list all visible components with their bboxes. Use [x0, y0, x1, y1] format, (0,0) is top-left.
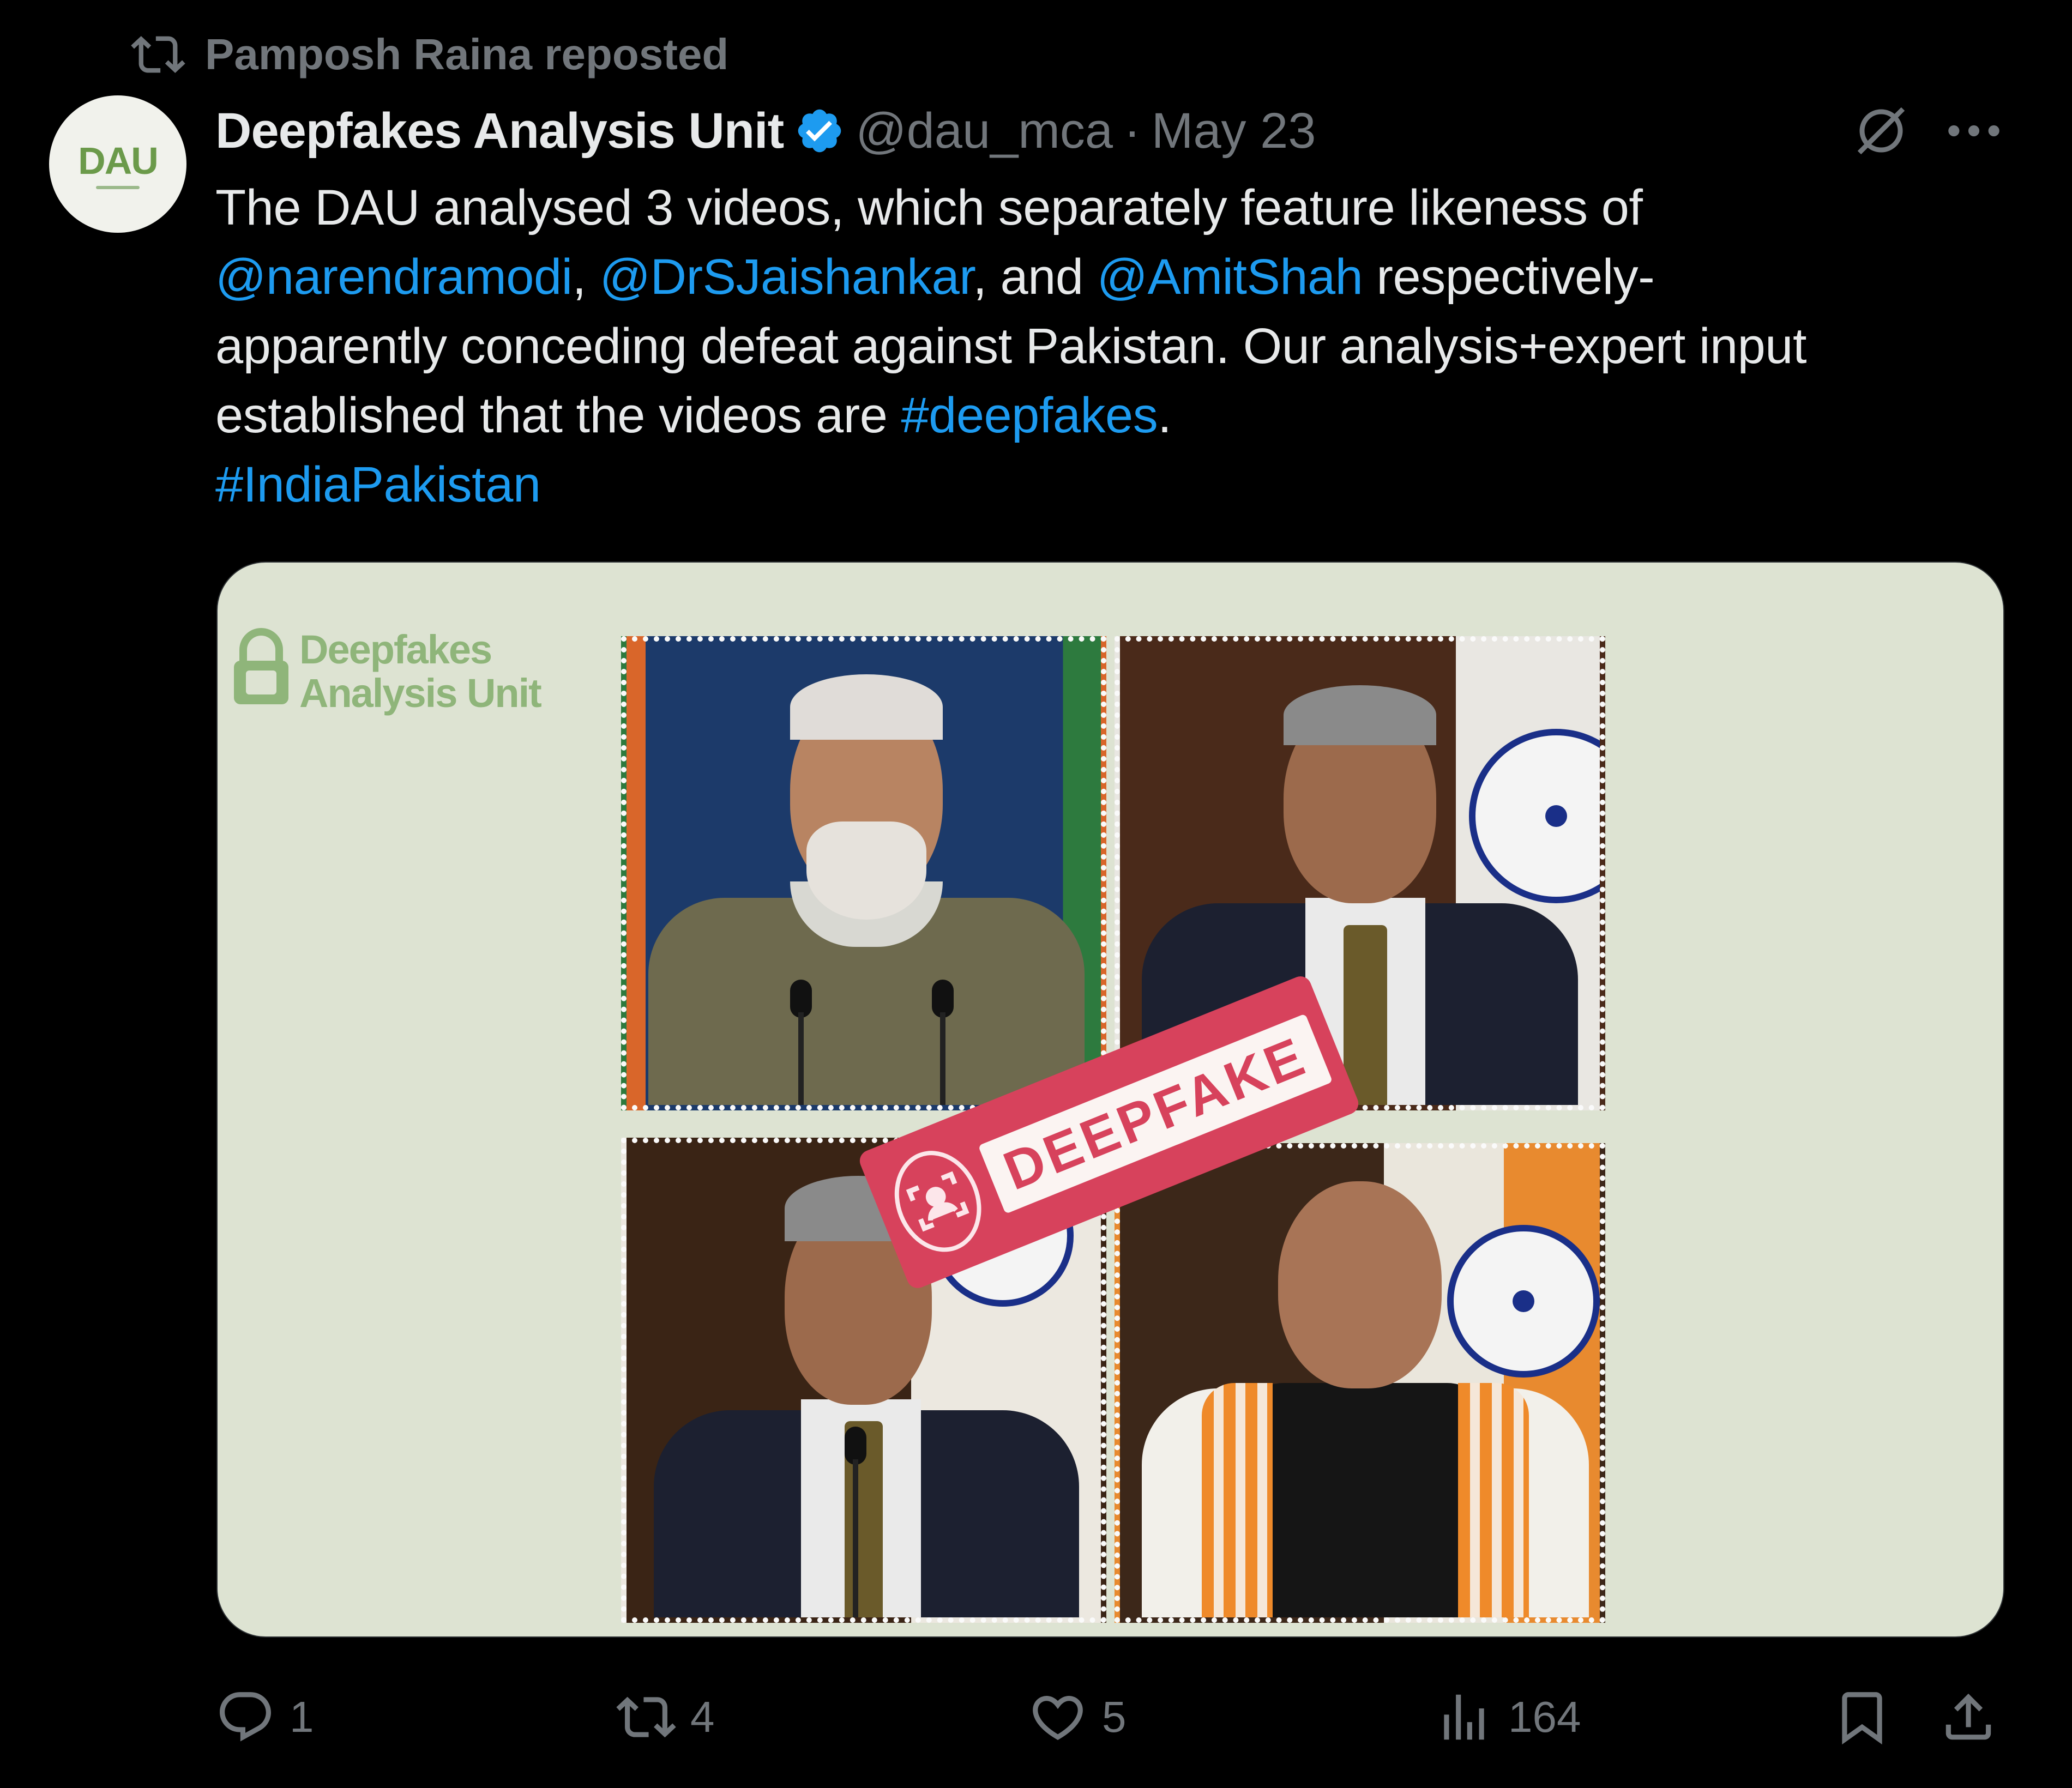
share-button[interactable] [1938, 1679, 1998, 1755]
mention-link[interactable]: @DrSJaishankar [600, 249, 973, 305]
bookmark-button[interactable] [1832, 1679, 1892, 1755]
tweet-text: The DAU analysed 3 videos, which separat… [215, 173, 1987, 520]
action-bar: 1 4 5 164 [215, 1679, 2004, 1755]
reply-count: 1 [290, 1693, 314, 1741]
tweet-text-line: apparently conceding defeat against Paki… [215, 312, 1987, 381]
face-scan-icon [880, 1138, 996, 1265]
photo-top-left [621, 636, 1106, 1110]
hashtag-link[interactable]: #deepfakes [901, 388, 1158, 443]
tweet-text-line: The DAU analysed 3 videos, which separat… [215, 173, 1987, 243]
more-options-icon[interactable] [1944, 109, 2004, 153]
mention-link[interactable]: @narendramodi [215, 249, 573, 305]
views-chart-icon [1444, 1694, 1484, 1740]
grok-icon[interactable] [1848, 98, 1914, 164]
repost-text: Pamposh Raina reposted [205, 30, 729, 78]
repost-count: 4 [690, 1693, 715, 1741]
like-count: 5 [1102, 1693, 1127, 1741]
share-icon [1945, 1693, 1991, 1740]
bookmark-icon [1842, 1692, 1882, 1745]
tweet-text-line: @narendramodi, @DrSJaishankar, and @Amit… [215, 243, 1987, 312]
avatar[interactable]: DAU [49, 95, 186, 233]
tweet-text-segment: The DAU analysed 3 videos, which separat… [215, 180, 1643, 235]
tweet-text-segment: apparently conceding defeat against Paki… [215, 318, 1807, 374]
logo-line-2: Analysis Unit [299, 670, 542, 716]
tweet-header: Deepfakes Analysis Unit @dau_mca · May 2… [215, 98, 1316, 164]
media-image[interactable]: Deepfakes Analysis Unit DEEPFAKE [216, 561, 2004, 1638]
tweet-text-segment: respectively- [1363, 249, 1655, 305]
tweet-text-segment: . [1158, 388, 1172, 443]
hashtag-link[interactable]: #IndiaPakistan [215, 457, 541, 512]
author-handle[interactable]: @dau_mca [856, 102, 1113, 160]
lock-icon [234, 628, 288, 704]
verified-badge-icon[interactable] [794, 106, 845, 156]
dau-logo: Deepfakes Analysis Unit [234, 627, 542, 716]
repost-button[interactable]: 4 [616, 1679, 715, 1755]
tweet-text-segment: established that the videos are [215, 388, 901, 443]
tweet-text-line: established that the videos are #deepfak… [215, 381, 1987, 450]
tweet-text-line: #IndiaPakistan [215, 450, 1987, 520]
photo-bottom-right [1115, 1143, 1605, 1623]
reply-button[interactable]: 1 [215, 1679, 314, 1755]
logo-line-1: Deepfakes [299, 627, 492, 672]
author-display-name[interactable]: Deepfakes Analysis Unit [215, 102, 784, 160]
views-button[interactable]: 164 [1434, 1679, 1581, 1755]
like-button[interactable]: 5 [1028, 1679, 1127, 1755]
separator-dot: · [1124, 102, 1141, 159]
avatar-subline [96, 186, 140, 189]
tweet-text-segment: , [572, 249, 600, 305]
repost-icon [131, 36, 185, 73]
avatar-text: DAU [78, 140, 159, 182]
reply-icon [220, 1692, 271, 1742]
mention-link[interactable]: @AmitShah [1097, 249, 1363, 305]
tweet-text-segment: , and [973, 249, 1097, 305]
tweet-date[interactable]: May 23 [1152, 102, 1316, 160]
repost-indicator[interactable]: Pamposh Raina reposted [131, 27, 728, 82]
heart-icon [1033, 1696, 1083, 1740]
repost-icon [616, 1696, 676, 1738]
views-count: 164 [1508, 1693, 1581, 1741]
